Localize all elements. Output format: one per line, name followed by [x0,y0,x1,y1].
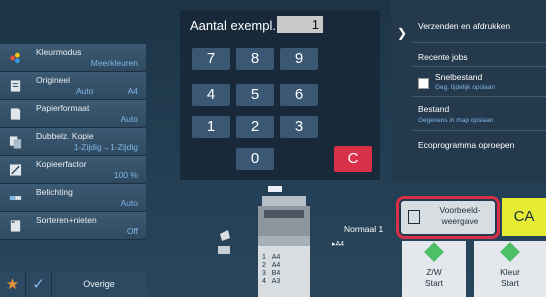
setting-color-mode[interactable]: Kleurmodus Meerkleuren [0,44,146,72]
setting-value: Auto [120,114,139,124]
quick-file-item[interactable]: Snelbestand [435,72,482,82]
recent-jobs-item[interactable]: Recente jobs [418,52,468,62]
copies-keypad: Aantal exempl. 1 7 8 9 4 5 6 1 2 3 0 C [180,10,380,180]
setting-label: Dubbelz. Kopie [36,131,94,141]
tray-number: 3 [262,270,266,277]
key-5[interactable]: 5 [236,84,274,106]
bw-start-line2: Start [425,278,443,288]
original-icon [10,80,21,92]
chevron-right-icon[interactable]: ❯ [397,26,407,40]
copy-screen: Kleurmodus Meerkleuren Origineel Auto A4… [0,0,546,297]
setting-sort-staple[interactable]: Sorteren+nieten Off [0,212,146,240]
setting-label: Belichting [36,187,73,197]
key-2[interactable]: 2 [236,116,274,138]
preview-label: Voorbeeld- weergave [429,205,491,227]
setting-value: Off [126,226,138,236]
setting-value: Auto A4 [36,86,138,96]
key-7[interactable]: 7 [192,48,230,70]
file-item[interactable]: Bestand [418,104,449,114]
output-tray-label: Normaal 1 [344,224,384,234]
other-button[interactable]: Overige [52,271,146,297]
setting-value: 1-Zijdig→1-Zijdig [73,142,138,152]
file-subtitle: Gegevens in map opslaan [418,117,494,124]
preview-label-line1: Voorbeeld- [439,205,481,215]
setting-original[interactable]: Origineel Auto A4 [0,72,146,100]
tray-list: 1 A4 2 A4 3 B4 4 A3 [262,254,312,286]
setting-zoom[interactable]: Kopieerfactor 100 % [0,156,146,184]
color-start-line1: Kleur [500,267,520,277]
setting-label: Origineel [36,75,71,85]
setting-value-size: A4 [127,86,138,96]
setting-value: Meerkleuren [90,58,138,68]
bw-start-button[interactable]: Z/W Start [402,241,466,297]
preview-button[interactable]: Voorbeeld- weergave [401,201,495,234]
output-size-text: A4 [335,241,345,248]
clear-button[interactable]: C [334,146,372,172]
preview-icon [408,210,420,224]
setting-label: Papierformaat [36,103,90,113]
tray-size: A4 [271,262,281,269]
check-button[interactable]: ✓ [26,271,52,297]
setting-paper-size[interactable]: Papierformaat Auto [0,100,146,128]
setting-value-mode: Auto [76,86,94,96]
divider [413,66,546,67]
star-icon: ★ [5,276,20,293]
sort-staple-icon [10,220,21,232]
tray-row[interactable]: 4 A3 [262,278,312,286]
paper-size-icon [10,108,21,120]
eco-program-item[interactable]: Ecoprogramma oproepen [418,140,514,150]
output-tray-size: ▸A4 [332,241,345,248]
color-mode-icon [10,52,20,64]
preview-label-line2: weergave [441,216,479,226]
copies-input[interactable]: 1 [277,16,323,33]
bw-start-line1: Z/W [426,267,442,277]
start-diamond-icon [500,242,520,262]
key-6[interactable]: 6 [280,84,318,106]
copies-label: Aantal exempl. [190,18,276,33]
quick-file-checkbox[interactable] [418,78,429,89]
tray-number: 1 [262,254,266,261]
divider [413,42,546,43]
quick-file-subtitle: Geg. tijdelijk opslaan [435,84,495,91]
key-0[interactable]: 0 [236,148,274,170]
bottom-bar: ★ ✓ Overige [0,271,146,297]
setting-label: Kleurmodus [36,47,82,57]
key-9[interactable]: 9 [280,48,318,70]
settings-list: Kleurmodus Meerkleuren Origineel Auto A4… [0,44,146,269]
tray-number: 4 [262,278,266,285]
tray-number: 2 [262,262,266,269]
tray-size: B4 [271,270,281,277]
duplex-icon [9,136,22,149]
zoom-icon [9,164,22,176]
exposure-icon [9,196,22,200]
divider [413,96,546,97]
tray-row[interactable]: 2 A4 [262,262,312,270]
check-icon: ✓ [32,276,45,293]
setting-value: Auto [120,198,139,208]
clear-all-button[interactable]: CA [502,198,546,236]
color-start-button[interactable]: Kleur Start [474,241,546,297]
action-panel: ❯ Verzenden en afdrukken Recente jobs Sn… [391,0,546,182]
divider [413,130,546,131]
setting-label: Sorteren+nieten [36,215,97,225]
start-diamond-icon [424,242,444,262]
key-3[interactable]: 3 [280,116,318,138]
tray-row[interactable]: 1 A4 [262,254,312,262]
send-print-title: Verzenden en afdrukken [418,21,511,31]
setting-exposure[interactable]: Belichting Auto [0,184,146,212]
tray-size: A3 [271,278,281,285]
setting-label: Kopieerfactor [36,159,87,169]
setting-value: 100 % [113,170,138,180]
tray-size: A4 [271,254,281,261]
key-4[interactable]: 4 [192,84,230,106]
color-start-line2: Start [501,278,519,288]
favorite-button[interactable]: ★ [0,271,26,297]
setting-duplex[interactable]: Dubbelz. Kopie 1-Zijdig→1-Zijdig [0,128,146,156]
tray-row[interactable]: 3 B4 [262,270,312,278]
key-8[interactable]: 8 [236,48,274,70]
key-1[interactable]: 1 [192,116,230,138]
